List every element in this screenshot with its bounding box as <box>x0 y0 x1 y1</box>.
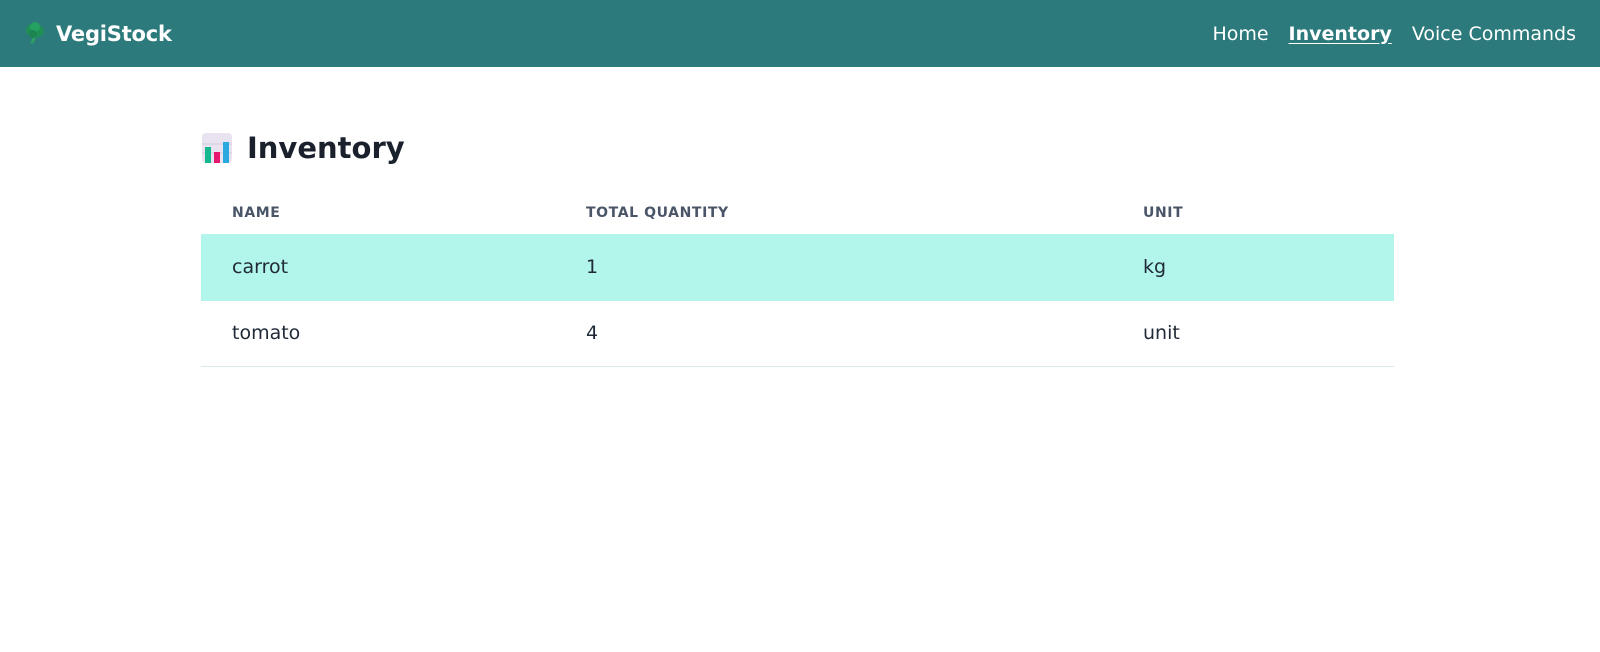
page-title: Inventory <box>201 128 1394 168</box>
brand[interactable]: VegiStock <box>24 21 172 46</box>
main-content: Inventory NAME TOTAL QUANTITY UNIT carro… <box>201 128 1394 367</box>
nav-inventory-link[interactable]: Inventory <box>1289 23 1392 45</box>
cell-unit: kg <box>1112 234 1394 301</box>
main-nav: Home Inventory Voice Commands <box>1212 23 1576 45</box>
column-header-total-quantity: TOTAL QUANTITY <box>586 205 729 221</box>
nav-voice-commands-link[interactable]: Voice Commands <box>1412 23 1576 45</box>
cell-name: carrot <box>201 234 555 301</box>
page-title-text: Inventory <box>247 131 405 165</box>
table-header-row: NAME TOTAL QUANTITY UNIT <box>201 192 1394 234</box>
broccoli-icon <box>24 21 46 46</box>
brand-name: VegiStock <box>56 21 172 46</box>
top-navbar: VegiStock Home Inventory Voice Commands <box>0 0 1600 67</box>
table-row[interactable]: carrot 1 kg <box>201 234 1394 301</box>
column-header-unit: UNIT <box>1143 205 1184 221</box>
table-row[interactable]: tomato 4 unit <box>201 300 1394 367</box>
cell-unit: unit <box>1112 300 1394 367</box>
cell-name: tomato <box>201 300 555 367</box>
nav-home-link[interactable]: Home <box>1212 23 1268 45</box>
inventory-table: NAME TOTAL QUANTITY UNIT carrot 1 kg tom… <box>201 192 1394 367</box>
cell-quantity: 4 <box>555 300 1112 367</box>
column-header-name: NAME <box>232 205 281 221</box>
cell-quantity: 1 <box>555 234 1112 301</box>
bar-chart-icon <box>201 132 233 164</box>
